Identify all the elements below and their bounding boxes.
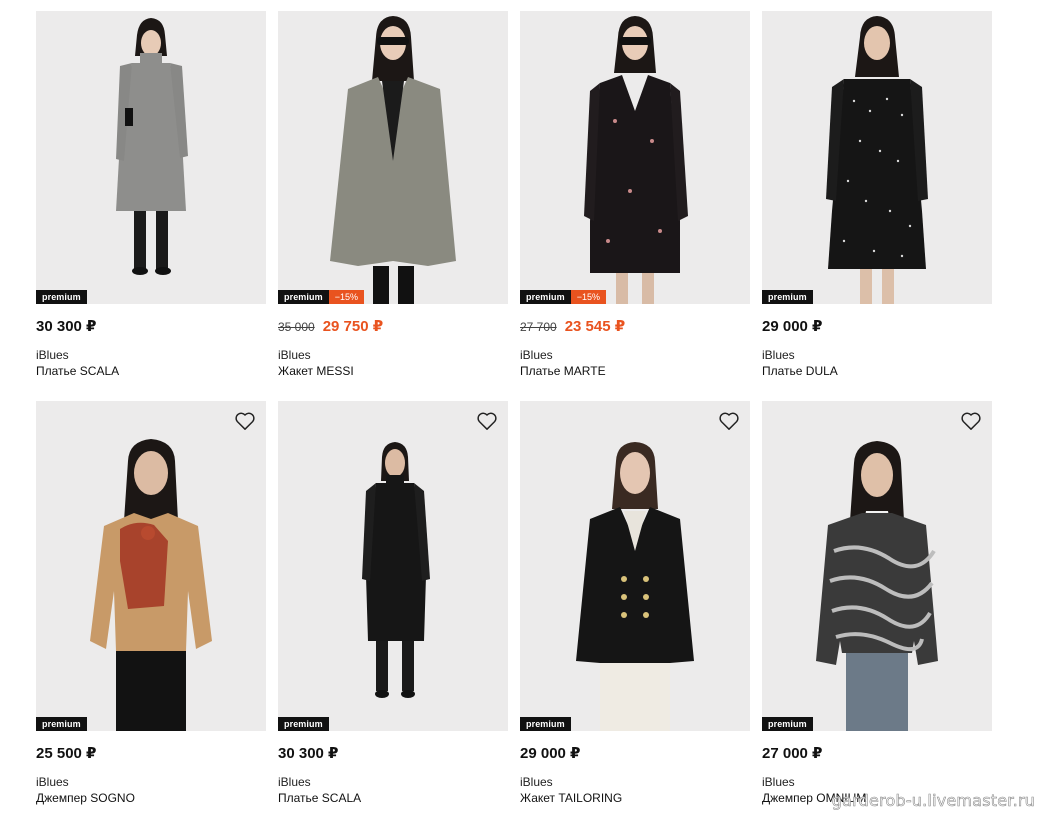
model-image	[362, 442, 430, 698]
badges: premium	[36, 717, 87, 731]
product-photo[interactable]: premium	[520, 401, 750, 731]
product-grid: premium 30 300 ₽ iBlues Платье SCALA pre…	[0, 0, 1045, 820]
brand: iBlues	[520, 348, 553, 362]
premium-badge: premium	[520, 290, 571, 304]
price-line: 27 000 ₽	[762, 744, 992, 764]
product-card[interactable]: premium 30 300 ₽ iBlues Платье SCALA	[36, 11, 266, 379]
price-line: 29 000 ₽	[762, 317, 992, 337]
price-line: 29 000 ₽	[520, 744, 750, 764]
product-photo[interactable]: premium	[762, 11, 992, 304]
product-card[interactable]: premium −15% 35 000 29 750 ₽ iBlues Жаке…	[278, 11, 508, 379]
badges: premium	[762, 290, 813, 304]
product-photo[interactable]: premium	[278, 401, 508, 731]
premium-badge: premium	[762, 717, 813, 731]
product-card[interactable]: premium 30 300 ₽ iBlues Платье SCALA	[278, 401, 508, 806]
price-line: 25 500 ₽	[36, 744, 266, 764]
model-image	[116, 18, 188, 275]
product-name[interactable]: Платье SCALA	[36, 363, 266, 379]
brand: iBlues	[36, 775, 69, 789]
product-name[interactable]: Джемпер SOGNO	[36, 790, 266, 806]
premium-badge: premium	[278, 290, 329, 304]
price-line: 35 000 29 750 ₽	[278, 317, 508, 337]
product-photo[interactable]: premium	[36, 11, 266, 304]
model-image	[584, 16, 688, 304]
product-card[interactable]: premium 25 500 ₽ iBlues Джемпер SOGNO	[36, 401, 266, 806]
model-image	[826, 16, 928, 304]
price: 29 000 ₽	[520, 745, 581, 762]
discount-badge: −15%	[570, 290, 606, 304]
old-price: 27 700	[520, 320, 557, 334]
brand: iBlues	[278, 775, 311, 789]
product-name[interactable]: Платье SCALA	[278, 790, 508, 806]
brand: iBlues	[278, 348, 311, 362]
watermark: garderob-u.livemaster.ru	[831, 791, 1035, 811]
price: 30 300 ₽	[36, 318, 97, 335]
product-name[interactable]: Платье DULA	[762, 363, 992, 379]
badges: premium	[520, 717, 571, 731]
product-card[interactable]: premium 27 000 ₽ iBlues Джемпер OMNIUM	[762, 401, 992, 806]
product-card[interactable]: premium 29 000 ₽ iBlues Платье DULA	[762, 11, 992, 379]
price: 25 500 ₽	[36, 745, 97, 762]
badges: premium −15%	[520, 290, 606, 304]
badges: premium −15%	[278, 290, 364, 304]
premium-badge: premium	[36, 290, 87, 304]
sale-price: 29 750 ₽	[322, 318, 384, 335]
product-name[interactable]: Жакет TAILORING	[520, 790, 750, 806]
premium-badge: premium	[520, 717, 571, 731]
price-line: 27 700 23 545 ₽	[520, 317, 750, 337]
product-card[interactable]: premium −15% 27 700 23 545 ₽ iBlues Плат…	[520, 11, 750, 379]
badges: premium	[762, 717, 813, 731]
premium-badge: premium	[762, 290, 813, 304]
product-photo[interactable]: premium	[762, 401, 992, 731]
old-price: 35 000	[278, 320, 315, 334]
price: 27 000 ₽	[762, 745, 823, 762]
model-image	[816, 441, 938, 731]
badges: premium	[278, 717, 329, 731]
brand: iBlues	[762, 775, 795, 789]
premium-badge: premium	[278, 717, 329, 731]
heart-icon[interactable]	[234, 411, 256, 431]
heart-icon[interactable]	[476, 411, 498, 431]
brand: iBlues	[36, 348, 69, 362]
sale-price: 23 545 ₽	[564, 318, 626, 335]
product-photo[interactable]: premium −15%	[520, 11, 750, 304]
badges: premium	[36, 290, 87, 304]
brand: iBlues	[762, 348, 795, 362]
product-photo[interactable]: premium	[36, 401, 266, 731]
heart-icon[interactable]	[960, 411, 982, 431]
product-card[interactable]: premium 29 000 ₽ iBlues Жакет TAILORING	[520, 401, 750, 806]
model-image	[90, 439, 212, 731]
price-line: 30 300 ₽	[278, 744, 508, 764]
brand: iBlues	[520, 775, 553, 789]
heart-icon[interactable]	[718, 411, 740, 431]
price: 30 300 ₽	[278, 745, 339, 762]
model-image	[330, 16, 456, 304]
price: 29 000 ₽	[762, 318, 823, 335]
premium-badge: premium	[36, 717, 87, 731]
model-image	[576, 442, 694, 731]
price-line: 30 300 ₽	[36, 317, 266, 337]
discount-badge: −15%	[328, 290, 364, 304]
product-name[interactable]: Жакет MESSI	[278, 363, 508, 379]
product-name[interactable]: Платье MARTE	[520, 363, 750, 379]
product-photo[interactable]: premium −15%	[278, 11, 508, 304]
